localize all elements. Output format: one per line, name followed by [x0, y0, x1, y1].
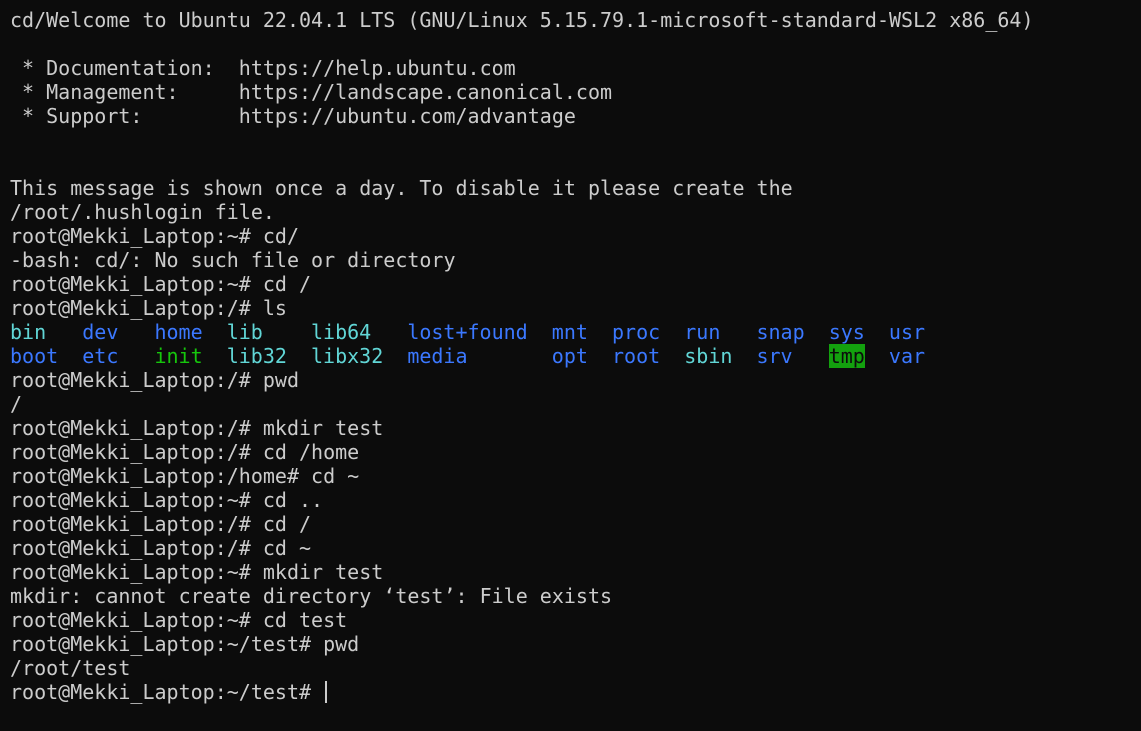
terminal-line: root@Mekki_Laptop:/# cd / [10, 512, 312, 536]
ls-entry-proc: proc [612, 320, 661, 344]
terminal-output-before-ls: cd/Welcome to Ubuntu 22.04.1 LTS (GNU/Li… [10, 8, 1141, 320]
terminal-line: mkdir: cannot create directory ‘test’: F… [10, 584, 613, 608]
shell-prompt: root@Mekki_Laptop:~/test# [10, 680, 324, 704]
terminal-line: root@Mekki_Laptop:/# mkdir test [10, 416, 384, 440]
text-cursor [325, 681, 328, 703]
ls-entry-usr: usr [888, 320, 926, 344]
terminal-line: This message is shown once a day. To dis… [10, 176, 793, 200]
terminal-line: root@Mekki_Laptop:~# cd / [10, 272, 312, 296]
terminal-line: / [10, 392, 23, 416]
ls-entry-dev: dev [82, 320, 119, 344]
ls-entry-mnt: mnt [551, 320, 588, 344]
terminal-output-after-ls: root@Mekki_Laptop:/# pwd / root@Mekki_Lapt… [10, 368, 1141, 680]
ls-entry-home: home [154, 320, 203, 344]
terminal-line: root@Mekki_Laptop:~/test# pwd [10, 632, 360, 656]
terminal-line: -bash: cd/: No such file or directory [10, 248, 456, 272]
terminal-line: * Support: https://ubuntu.com/advantage [10, 104, 576, 128]
ls-output-row-2: boot etc init lib32 libx32 media opt root sbin sr… [10, 344, 1141, 368]
terminal-line: root@Mekki_Laptop:~# cd test [10, 608, 348, 632]
terminal-line: root@Mekki_Laptop:~# mkdir test [10, 560, 384, 584]
terminal-line: root@Mekki_Laptop:/# cd ~ [10, 536, 312, 560]
terminal-line: root@Mekki_Laptop:~# cd .. [10, 488, 324, 512]
ls-entry-lib: lib [226, 320, 263, 344]
ls-entry-run: run [684, 320, 721, 344]
ls-entry-srv: srv [756, 344, 793, 368]
terminal-line: root@Mekki_Laptop:/# pwd [10, 368, 299, 392]
terminal-line: * Management: https://landscape.canonica… [10, 80, 613, 104]
terminal-line: root@Mekki_Laptop:/# ls [10, 296, 287, 320]
ls-entry-lost-found: lost+found [407, 320, 528, 344]
prompt-line[interactable]: root@Mekki_Laptop:~/test# [10, 680, 1141, 704]
ls-entry-bin: bin [10, 320, 47, 344]
ls-entry-lib32: lib32 [226, 344, 287, 368]
ls-output-row-1: bin dev home lib lib64 lost+found mnt proc run sn… [10, 320, 1141, 344]
ls-entry-etc: etc [82, 344, 119, 368]
terminal-line: /root/test [10, 656, 131, 680]
terminal-line: root@Mekki_Laptop:/# cd /home [10, 440, 360, 464]
terminal-line: root@Mekki_Laptop:~# cd/ [10, 224, 299, 248]
terminal-line: * Documentation: https://help.ubuntu.com [10, 56, 516, 80]
terminal-line: /root/.hushlogin file. [10, 200, 275, 224]
ls-entry-var: var [888, 344, 926, 368]
ls-entry-init: init [154, 344, 203, 368]
terminal-line: root@Mekki_Laptop:/home# cd ~ [10, 464, 360, 488]
ls-entry-media: media [407, 344, 468, 368]
ls-entry-snap: snap [756, 320, 805, 344]
ls-entry-opt: opt [551, 344, 588, 368]
ls-entry-sys: sys [828, 320, 865, 344]
ls-entry-libx32: libx32 [311, 344, 384, 368]
ls-entry-boot: boot [10, 344, 59, 368]
ls-entry-lib64: lib64 [311, 320, 372, 344]
ls-entry-tmp: tmp [828, 344, 865, 368]
ls-entry-root: root [612, 344, 661, 368]
terminal-window[interactable]: cd/Welcome to Ubuntu 22.04.1 LTS (GNU/Li… [0, 0, 1141, 731]
ls-entry-sbin: sbin [684, 344, 733, 368]
terminal-line: cd/Welcome to Ubuntu 22.04.1 LTS (GNU/Li… [10, 8, 1034, 32]
